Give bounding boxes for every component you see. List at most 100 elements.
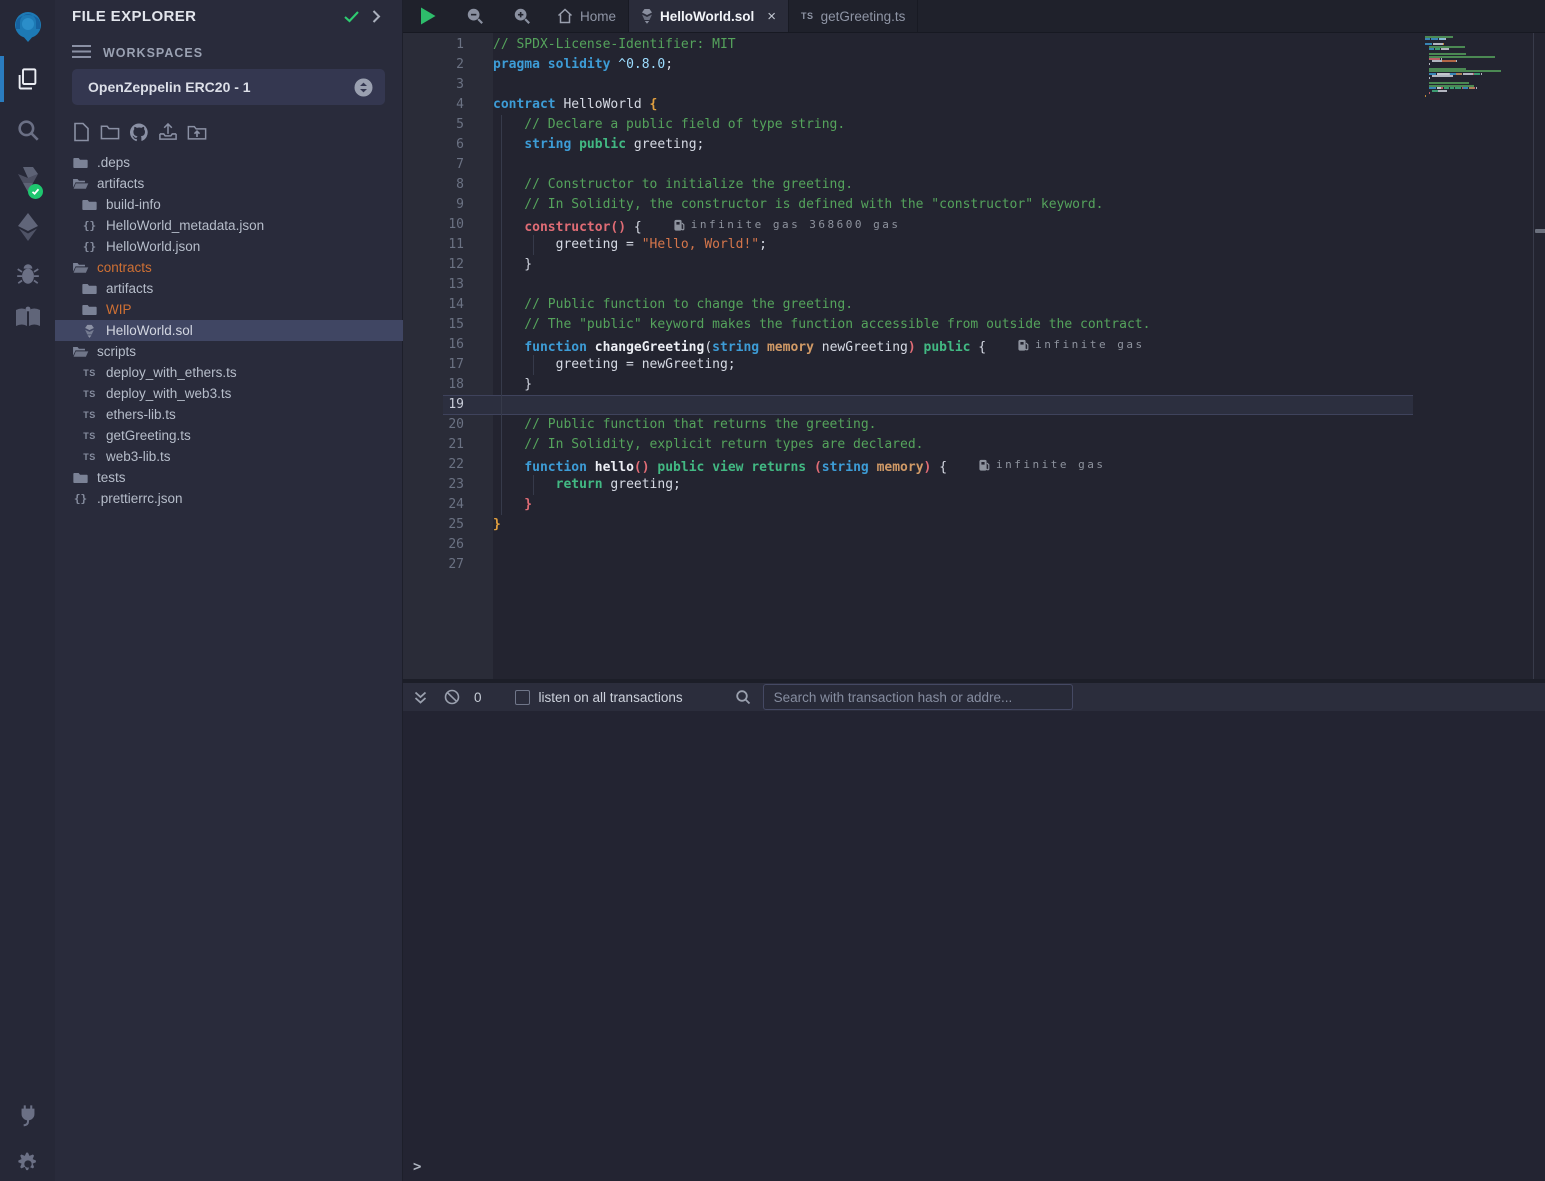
code-line-27[interactable]: 27 — [403, 555, 1443, 575]
code-line-3[interactable]: 3 — [403, 75, 1443, 95]
search-icon[interactable] — [0, 112, 55, 148]
folder-icon — [81, 198, 98, 211]
tree-item-scripts[interactable]: scripts — [55, 341, 403, 362]
terminal-output[interactable]: > — [403, 711, 1545, 1181]
code-line-16[interactable]: 16 function changeGreeting(string memory… — [403, 335, 1443, 355]
upload-file-icon[interactable] — [158, 121, 178, 143]
terminal-expand-icon[interactable] — [413, 690, 428, 705]
tab-helloworld-sol[interactable]: HelloWorld.sol × — [629, 0, 789, 32]
scrollbar-thumb[interactable] — [1535, 229, 1545, 233]
close-tab-icon[interactable]: × — [767, 8, 776, 25]
tree-item-tests[interactable]: tests — [55, 467, 403, 488]
run-script-play-icon[interactable] — [419, 6, 437, 26]
tree-item-ethers-lib-ts[interactable]: TS ethers-lib.ts — [55, 404, 403, 425]
code-editor[interactable]: 1// SPDX-License-Identifier: MIT2pragma … — [403, 33, 1545, 680]
code-line-18[interactable]: 18 } — [403, 375, 1443, 395]
tree-item-helloworld-sol[interactable]: HelloWorld.sol — [55, 320, 403, 341]
code-line-17[interactable]: 17 greeting = newGreeting; — [403, 355, 1443, 375]
line-content: // The "public" keyword makes the functi… — [464, 315, 1150, 335]
tree-item-helloworld-json[interactable]: {}HelloWorld.json — [55, 236, 403, 257]
line-content: return greeting; — [464, 475, 681, 495]
deploy-and-run-icon[interactable] — [0, 208, 55, 246]
code-line-9[interactable]: 9 // In Solidity, the constructor is def… — [403, 195, 1443, 215]
code-line-23[interactable]: 23 return greeting; — [403, 475, 1443, 495]
tree-item-web3-lib-ts[interactable]: TSweb3-lib.ts — [55, 446, 403, 467]
code-line-4[interactable]: 4contract HelloWorld { — [403, 95, 1443, 115]
code-line-24[interactable]: 24 } — [403, 495, 1443, 515]
panel-title: FILE EXPLORER — [72, 8, 196, 25]
line-number: 19 — [403, 395, 464, 415]
tree-item-artifacts[interactable]: artifacts — [55, 173, 403, 194]
code-line-20[interactable]: 20 // Public function that returns the g… — [403, 415, 1443, 435]
tree-item-artifacts[interactable]: artifacts — [55, 278, 403, 299]
ts-icon: TS — [81, 431, 98, 441]
code-line-14[interactable]: 14 // Public function to change the gree… — [403, 295, 1443, 315]
code-line-8[interactable]: 8 // Constructor to initialize the greet… — [403, 175, 1443, 195]
clear-console-icon[interactable] — [444, 689, 460, 705]
code-line-11[interactable]: 11 greeting = "Hello, World!"; — [403, 235, 1443, 255]
tree-item-contracts[interactable]: contracts — [55, 257, 403, 278]
workspace-select[interactable]: OpenZeppelin ERC20 - 1 — [72, 69, 385, 105]
zoom-out-icon[interactable] — [466, 7, 484, 25]
tab-getgreeting-ts[interactable]: TS getGreeting.ts — [789, 0, 918, 32]
new-folder-icon[interactable] — [100, 121, 120, 143]
documentation-icon[interactable] — [0, 300, 55, 336]
line-content: // Declare a public field of type string… — [464, 115, 845, 135]
plugin-manager-icon[interactable] — [0, 1096, 55, 1132]
code-line-26[interactable]: 26 — [403, 535, 1443, 555]
code-line-22[interactable]: 22 function hello() public view returns … — [403, 455, 1443, 475]
minimap[interactable] — [1425, 36, 1507, 102]
code-line-19[interactable]: 19 — [403, 395, 1443, 415]
file-explorer-icon[interactable] — [0, 60, 55, 98]
tree-item-label: HelloWorld_metadata.json — [106, 218, 264, 233]
tree-item-label: web3-lib.ts — [106, 449, 171, 464]
code-line-25[interactable]: 25} — [403, 515, 1443, 535]
code-line-6[interactable]: 6 string public greeting; — [403, 135, 1443, 155]
code-line-13[interactable]: 13 — [403, 275, 1443, 295]
panel-collapse-chevron-icon[interactable] — [371, 9, 381, 29]
ts-icon: TS — [81, 410, 98, 420]
line-content: // In Solidity, the constructor is defin… — [464, 195, 1103, 215]
tree-item-deploy-with-ethers-ts[interactable]: TSdeploy_with_ethers.ts — [55, 362, 403, 383]
tree-item-deploy-with-web3-ts[interactable]: TS deploy_with_web3.ts — [55, 383, 403, 404]
tree-item-label: deploy_with_web3.ts — [106, 386, 231, 401]
line-content — [464, 395, 493, 415]
workspaces-menu-icon[interactable] — [72, 44, 91, 64]
settings-gear-icon[interactable] — [0, 1146, 55, 1181]
solidity-compiler-icon[interactable] — [0, 158, 55, 202]
code-line-2[interactable]: 2pragma solidity ^0.8.0; — [403, 55, 1443, 75]
tree-item-label: ethers-lib.ts — [106, 407, 176, 422]
line-content: greeting = newGreeting; — [464, 355, 736, 375]
tree-item--prettierrc-json[interactable]: {}.prettierrc.json — [55, 488, 403, 509]
tree-item-getgreeting-ts[interactable]: TSgetGreeting.ts — [55, 425, 403, 446]
folder-icon — [81, 303, 98, 316]
line-content: // SPDX-License-Identifier: MIT — [464, 35, 736, 55]
code-line-5[interactable]: 5 // Declare a public field of type stri… — [403, 115, 1443, 135]
tab-home[interactable]: Home — [545, 0, 629, 32]
remix-logo-icon[interactable] — [0, 5, 55, 49]
upload-folder-icon[interactable] — [187, 121, 207, 143]
code-line-12[interactable]: 12 } — [403, 255, 1443, 275]
tree-item-label: contracts — [97, 260, 152, 275]
github-clone-icon[interactable] — [129, 121, 149, 143]
code-line-15[interactable]: 15 // The "public" keyword makes the fun… — [403, 315, 1443, 335]
code-line-1[interactable]: 1// SPDX-License-Identifier: MIT — [403, 35, 1443, 55]
ts-icon: TS — [81, 389, 98, 399]
code-line-21[interactable]: 21 // In Solidity, explicit return types… — [403, 435, 1443, 455]
transaction-search-input[interactable] — [763, 684, 1073, 710]
debugger-icon[interactable] — [0, 256, 55, 292]
line-number: 16 — [403, 335, 464, 355]
code-line-10[interactable]: 10 constructor() {infinite gas 368600 ga… — [403, 215, 1443, 235]
code-line-7[interactable]: 7 — [403, 155, 1443, 175]
tree-item--deps[interactable]: .deps — [55, 152, 403, 173]
tree-item-helloworld-metadata-json[interactable]: {}HelloWorld_metadata.json — [55, 215, 403, 236]
new-file-icon[interactable] — [71, 121, 91, 143]
line-number: 1 — [403, 35, 464, 55]
tree-item-wip[interactable]: WIP — [55, 299, 403, 320]
line-content: function hello() public view returns (st… — [464, 455, 1106, 475]
zoom-in-icon[interactable] — [513, 7, 531, 25]
tree-item-build-info[interactable]: build-info — [55, 194, 403, 215]
ts-file-icon: TS — [801, 11, 814, 21]
line-content — [464, 155, 493, 175]
listen-transactions-checkbox[interactable] — [515, 690, 530, 705]
